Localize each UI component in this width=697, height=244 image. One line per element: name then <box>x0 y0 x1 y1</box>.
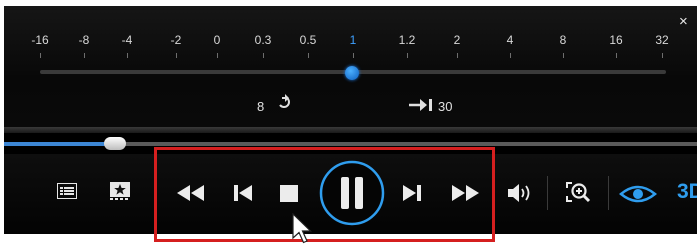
rewind-icon[interactable] <box>177 184 205 202</box>
skip-forward-icon[interactable] <box>408 97 434 113</box>
speed-tick-mark <box>308 53 309 58</box>
close-button[interactable]: × <box>679 14 688 29</box>
speed-tick-mark <box>407 53 408 58</box>
speed-tick-mark <box>84 53 85 58</box>
seek-bar-progress <box>4 142 115 146</box>
speed-tick-label: 8 <box>559 33 567 47</box>
speed-tick-mark <box>510 53 511 58</box>
fast-forward-icon[interactable] <box>451 184 479 202</box>
speed-tick-mark <box>217 53 218 58</box>
speed-tick-mark <box>127 53 128 58</box>
speed-tick-label: -8 <box>78 33 90 47</box>
divider <box>608 176 609 210</box>
speed-tick-mark <box>353 53 354 58</box>
speed-tick-label: 2 <box>453 33 461 47</box>
speed-tick-label: -4 <box>121 33 133 47</box>
speed-tick-mark <box>40 53 41 58</box>
divider <box>547 176 548 210</box>
previous-icon[interactable] <box>233 184 253 202</box>
speed-tick-mark <box>616 53 617 58</box>
speed-tick-label: -16 <box>31 33 49 47</box>
speed-tick-mark <box>563 53 564 58</box>
seek-bar-thumb[interactable] <box>104 137 126 150</box>
playlist-icon[interactable] <box>57 183 77 199</box>
speed-tick-mark <box>662 53 663 58</box>
mouse-cursor-icon <box>292 213 312 244</box>
chapter-icon[interactable] <box>109 181 131 201</box>
speed-tick-label: 4 <box>506 33 514 47</box>
control-bar: 3D <box>4 154 697 234</box>
3d-mode-button[interactable]: 3D <box>677 180 697 204</box>
loop-count: 8 <box>257 99 265 114</box>
skip-seconds: 30 <box>438 99 453 114</box>
media-player: -16 -8 -4 -2 0 0.3 0.5 1 1.2 2 4 8 16 32 × 8 30 <box>4 6 697 234</box>
eye-icon[interactable] <box>619 184 657 204</box>
speed-tick-label: 16 <box>609 33 623 47</box>
pause-button[interactable] <box>319 160 385 226</box>
speed-tick-label: 1.2 <box>398 33 416 47</box>
speed-tick-label: 0 <box>213 33 221 47</box>
next-icon[interactable] <box>402 184 422 202</box>
speed-tick-label: 0.5 <box>299 33 317 47</box>
speed-tick-mark <box>176 53 177 58</box>
speed-tick-label: 0.3 <box>254 33 272 47</box>
speed-tick-mark <box>263 53 264 58</box>
speed-tick-label: 32 <box>655 33 669 47</box>
zoom-icon[interactable] <box>564 180 592 204</box>
speed-tick-label: 1 <box>349 33 357 47</box>
speed-tick-label: -2 <box>170 33 182 47</box>
loop-icon[interactable] <box>276 94 294 116</box>
volume-icon[interactable] <box>507 182 535 204</box>
panel-divider <box>4 127 697 133</box>
speed-slider-thumb[interactable] <box>345 66 359 80</box>
speed-tick-mark <box>457 53 458 58</box>
stop-icon[interactable] <box>280 185 298 202</box>
speed-panel: -16 -8 -4 -2 0 0.3 0.5 1 1.2 2 4 8 16 32 × 8 30 <box>4 6 697 127</box>
